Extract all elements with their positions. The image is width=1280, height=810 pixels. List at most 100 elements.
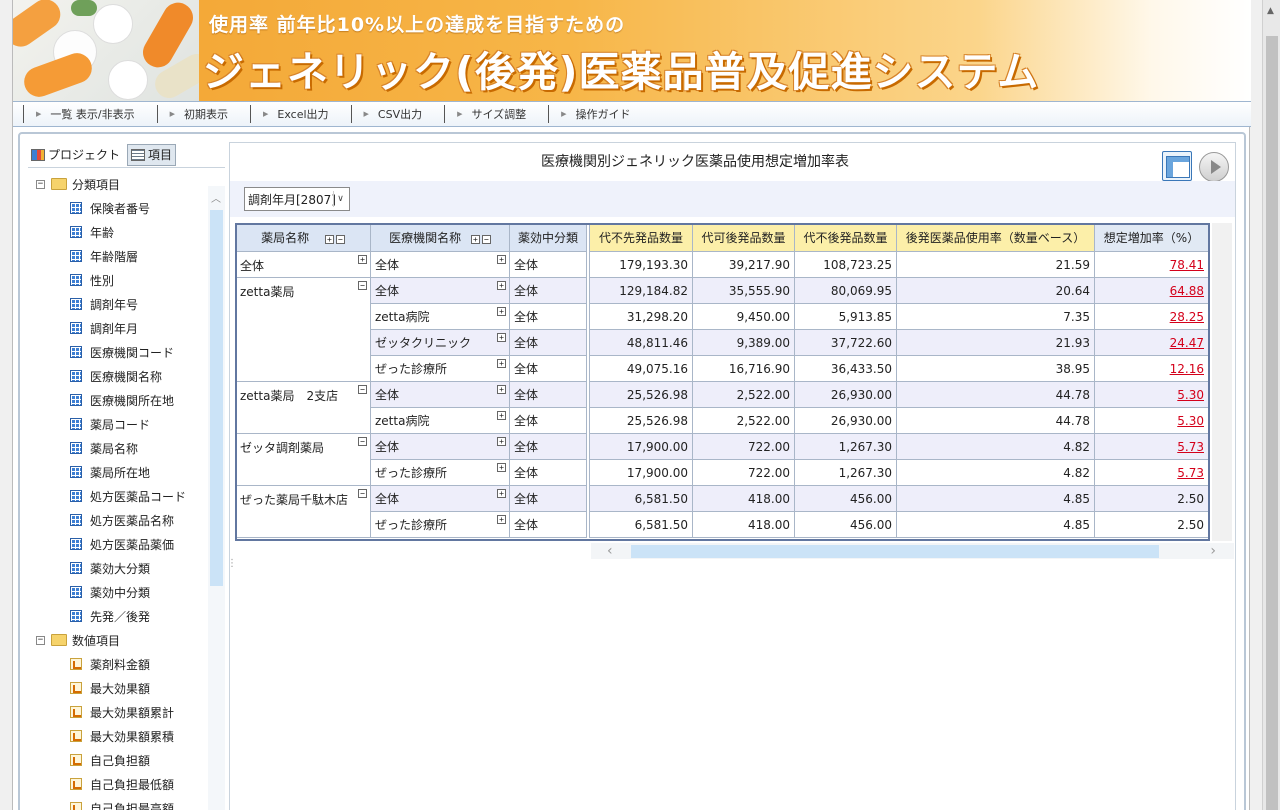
rate-link[interactable]: 28.25 bbox=[1094, 303, 1209, 330]
collapse-icon[interactable]: − bbox=[36, 179, 45, 189]
cell-clinic[interactable]: 全体 + bbox=[370, 485, 510, 512]
cell-clinic[interactable]: 全体 + bbox=[370, 381, 510, 408]
tree-item[interactable]: 処方医薬品名称 bbox=[70, 508, 208, 532]
cell-pharmacy[interactable]: ぜった薬局千駄木店 − bbox=[235, 485, 371, 538]
tree-item[interactable]: 薬効大分類 bbox=[70, 556, 208, 580]
tree-scroll-thumb[interactable] bbox=[210, 210, 223, 586]
tree-item[interactable]: 処方医薬品薬価 bbox=[70, 532, 208, 556]
page-scrollbar[interactable]: ▲ bbox=[1262, 0, 1280, 810]
tree-item[interactable]: 薬局コード bbox=[70, 412, 208, 436]
cell-clinic[interactable]: ゼッタクリニック + bbox=[370, 329, 510, 356]
tab-project[interactable]: プロジェクト bbox=[28, 144, 123, 166]
tree-item[interactable]: 医療機関所在地 bbox=[70, 388, 208, 412]
collapse-icon[interactable]: − bbox=[358, 281, 367, 290]
table-vertical-scrollbar[interactable] bbox=[1212, 223, 1232, 541]
collapse-icon[interactable]: − bbox=[481, 235, 491, 244]
cell-clinic[interactable]: 全体 + bbox=[370, 433, 510, 460]
layout-icon[interactable] bbox=[1162, 151, 1192, 181]
collapse-icon[interactable]: − bbox=[358, 437, 367, 446]
rate-link[interactable]: 5.30 bbox=[1094, 407, 1209, 434]
tree-item[interactable]: 薬局所在地 bbox=[70, 460, 208, 484]
chevron-left-icon[interactable]: ‹ bbox=[607, 543, 613, 559]
excel-export-button[interactable]: ▶ Excel出力 bbox=[249, 105, 351, 123]
expand-icon[interactable]: + bbox=[497, 411, 506, 420]
rate-link[interactable]: 12.16 bbox=[1094, 355, 1209, 382]
tree-group-numeric[interactable]: − 数値項目 bbox=[28, 628, 208, 652]
cell-clinic[interactable]: ぜった診療所 + bbox=[370, 511, 510, 538]
tree-item[interactable]: 調剤年月 bbox=[70, 316, 208, 340]
cell-clinic[interactable]: ぜった診療所 + bbox=[370, 355, 510, 382]
cell-pharmacy[interactable]: 全体 + bbox=[235, 251, 371, 278]
cell-clinic[interactable]: ぜった診療所 + bbox=[370, 459, 510, 486]
tree-item[interactable]: 保険者番号 bbox=[70, 196, 208, 220]
collapse-icon[interactable]: − bbox=[36, 635, 45, 645]
toggle-list-button[interactable]: ▶ 一覧 表示/非表示 bbox=[23, 105, 157, 123]
rate-link[interactable]: 5.30 bbox=[1094, 381, 1209, 408]
cell-pharmacy[interactable]: zetta薬局 − bbox=[235, 277, 371, 382]
tree-item[interactable]: 処方医薬品コード bbox=[70, 484, 208, 508]
hscroll-thumb[interactable] bbox=[631, 545, 1159, 558]
tree-item[interactable]: 自己負担最低額 bbox=[70, 772, 208, 796]
header-clinic-name[interactable]: 医療機関名称 + − bbox=[370, 223, 510, 252]
tree-item[interactable]: 最大効果額 bbox=[70, 676, 208, 700]
csv-export-button[interactable]: ▶ CSV出力 bbox=[350, 105, 445, 123]
table-horizontal-scrollbar[interactable]: ‹ › bbox=[591, 543, 1234, 559]
collapse-icon[interactable]: − bbox=[335, 235, 345, 244]
expand-icon[interactable]: + bbox=[497, 255, 506, 264]
expand-icon[interactable]: + bbox=[497, 281, 506, 290]
tree-item[interactable]: 最大効果額累積 bbox=[70, 724, 208, 748]
tree-item[interactable]: 薬剤料金額 bbox=[70, 652, 208, 676]
tree-item[interactable]: 年齢 bbox=[70, 220, 208, 244]
collapse-icon[interactable]: − bbox=[358, 489, 367, 498]
expand-icon[interactable]: + bbox=[358, 255, 367, 264]
collapse-icon[interactable]: − bbox=[358, 385, 367, 394]
play-icon[interactable] bbox=[1199, 152, 1229, 182]
tree-item[interactable]: 先発／後発 bbox=[70, 604, 208, 628]
tree-item[interactable]: 調剤年号 bbox=[70, 292, 208, 316]
expand-icon[interactable]: + bbox=[497, 515, 506, 524]
rate-link[interactable]: 5.73 bbox=[1094, 433, 1209, 460]
tree-item[interactable]: 最大効果額累計 bbox=[70, 700, 208, 724]
chevron-down-icon[interactable]: ∨ bbox=[333, 191, 347, 207]
chevron-up-icon[interactable]: ▲ bbox=[1267, 6, 1274, 16]
cell-clinic[interactable]: 全体 + bbox=[370, 251, 510, 278]
expand-icon[interactable]: + bbox=[497, 359, 506, 368]
cell-clinic[interactable]: 全体 + bbox=[370, 277, 510, 304]
chevron-up-icon[interactable]: ︿ bbox=[211, 190, 221, 205]
header-pharmacy-name[interactable]: 薬局名称 + − bbox=[235, 223, 371, 252]
header-measure-1[interactable]: 代不先発品数量 bbox=[589, 223, 693, 252]
tree-item[interactable]: 年齢階層 bbox=[70, 244, 208, 268]
rate-link[interactable]: 24.47 bbox=[1094, 329, 1209, 356]
cell-pharmacy[interactable]: zetta薬局 2支店 − bbox=[235, 381, 371, 434]
tree-item[interactable]: 薬局名称 bbox=[70, 436, 208, 460]
header-measure-2[interactable]: 代可後発品数量 bbox=[692, 223, 795, 252]
expand-icon[interactable]: + bbox=[470, 235, 480, 244]
tree-item[interactable]: 自己負担額 bbox=[70, 748, 208, 772]
rate-link[interactable]: 64.88 bbox=[1094, 277, 1209, 304]
initial-view-button[interactable]: ▶ 初期表示 bbox=[156, 105, 250, 123]
resize-button[interactable]: ▶ サイズ調整 bbox=[444, 105, 548, 123]
header-measure-5[interactable]: 想定増加率（%） bbox=[1094, 223, 1209, 252]
expand-icon[interactable]: + bbox=[324, 235, 334, 244]
tree-scrollbar[interactable]: ︿ bbox=[208, 186, 225, 810]
tree-item[interactable]: 性別 bbox=[70, 268, 208, 292]
tree-item[interactable]: 自己負担最高額 bbox=[70, 796, 208, 810]
cell-clinic[interactable]: zetta病院 + bbox=[370, 303, 510, 330]
expand-icon[interactable]: + bbox=[497, 437, 506, 446]
expand-icon[interactable]: + bbox=[497, 307, 506, 316]
expand-icon[interactable]: + bbox=[497, 463, 506, 472]
tab-items[interactable]: 項目 bbox=[127, 143, 177, 166]
header-measure-4[interactable]: 後発医薬品使用率（数量ベース） bbox=[896, 223, 1095, 252]
tree-item[interactable]: 薬効中分類 bbox=[70, 580, 208, 604]
expand-icon[interactable]: + bbox=[497, 385, 506, 394]
tree-item[interactable]: 医療機関コード bbox=[70, 340, 208, 364]
chevron-right-icon[interactable]: › bbox=[1210, 543, 1216, 559]
rate-link[interactable]: 5.73 bbox=[1094, 459, 1209, 486]
header-drug-category[interactable]: 薬効中分類 bbox=[509, 223, 587, 252]
tree-item[interactable]: 医療機関名称 bbox=[70, 364, 208, 388]
cell-pharmacy[interactable]: ゼッタ調剤薬局 − bbox=[235, 433, 371, 486]
expand-icon[interactable]: + bbox=[497, 333, 506, 342]
operation-guide-button[interactable]: ▶ 操作ガイド bbox=[548, 105, 652, 123]
page-scroll-thumb[interactable] bbox=[1266, 36, 1278, 810]
cell-clinic[interactable]: zetta病院 + bbox=[370, 407, 510, 434]
